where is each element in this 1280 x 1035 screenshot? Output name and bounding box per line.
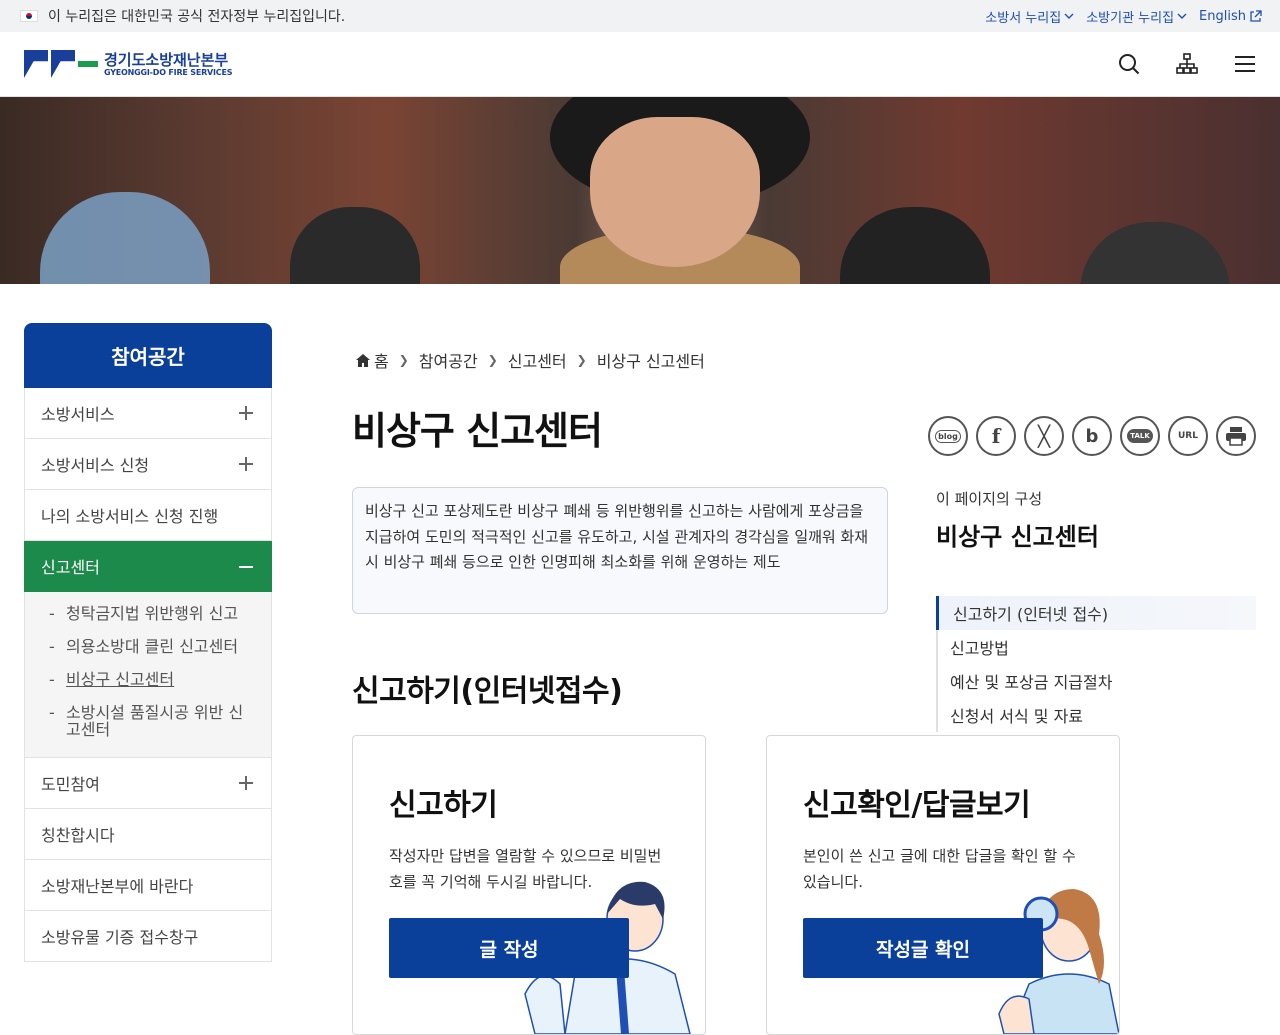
write-post-button[interactable]: 글 작성 bbox=[389, 918, 629, 978]
sidebar-item-fire-service[interactable]: 소방서비스 bbox=[24, 388, 272, 439]
blog-share-icon[interactable]: blog bbox=[928, 416, 968, 456]
chevron-right-icon: ❯ bbox=[398, 353, 409, 367]
chevron-down-icon bbox=[1177, 13, 1187, 19]
logo-mark-icon bbox=[24, 50, 98, 78]
plus-icon bbox=[239, 776, 253, 790]
submenu-item-emergency-exit[interactable]: - 비상구 신고센터 bbox=[25, 664, 271, 697]
minus-icon bbox=[239, 566, 253, 568]
breadcrumb-participation[interactable]: 참여공간 bbox=[419, 348, 478, 372]
sidebar-item-praise[interactable]: 칭찬합시다 bbox=[24, 809, 272, 860]
hero-banner-image bbox=[0, 97, 1280, 284]
page-title: 비상구 신고센터 bbox=[352, 409, 603, 453]
section-title: 신고하기(인터넷접수) bbox=[352, 674, 623, 709]
chevron-down-icon bbox=[1064, 13, 1074, 19]
kakaotalk-share-icon[interactable]: TALK bbox=[1120, 416, 1160, 456]
sidebar-item-suggestions[interactable]: 소방재난본부에 바란다 bbox=[24, 860, 272, 911]
menu-icon[interactable] bbox=[1234, 53, 1256, 75]
english-link[interactable]: English bbox=[1199, 7, 1262, 26]
share-bar: blog f ╳ b TALK URL bbox=[928, 416, 1256, 456]
x-share-icon[interactable]: ╳ bbox=[1024, 416, 1064, 456]
toc-item-internet-report[interactable]: 신고하기 (인터넷 접수) bbox=[936, 596, 1256, 630]
korean-flag-icon bbox=[20, 10, 38, 22]
check-post-button[interactable]: 작성글 확인 bbox=[803, 918, 1043, 978]
sidebar-submenu: - 청탁금지법 위반행위 신고 - 의용소방대 클린 신고센터 - 비상구 신고센터 … bbox=[24, 592, 272, 758]
check-reply-card: 신고확인/답글보기 본인이 쓴 신고 글에 대한 답글을 확인 할 수 있습니다… bbox=[766, 735, 1120, 1035]
submenu-item-volunteer-clean[interactable]: - 의용소방대 클린 신고센터 bbox=[25, 631, 271, 664]
submenu-item-facility-quality[interactable]: - 소방시설 품질시공 위반 신고센터 bbox=[25, 697, 271, 747]
chevron-right-icon: ❯ bbox=[487, 353, 498, 367]
sidebar-nav: 참여공간 소방서비스 소방서비스 신청 나의 소방서비스 신청 진행 신고센터 … bbox=[24, 323, 272, 962]
site-header: 경기도소방재난본부 GYEONGGI-DO FIRE SERVICES bbox=[0, 32, 1280, 97]
sidebar-item-service-request[interactable]: 소방서비스 신청 bbox=[24, 439, 272, 490]
fire-station-sites-link[interactable]: 소방서 누리집 bbox=[985, 7, 1074, 26]
check-card-title: 신고확인/답글보기 bbox=[803, 788, 1031, 823]
toc-item-report-method[interactable]: 신고방법 bbox=[938, 630, 1256, 664]
logo-korean: 경기도소방재난본부 bbox=[104, 50, 229, 69]
site-logo[interactable]: 경기도소방재난본부 GYEONGGI-DO FIRE SERVICES bbox=[24, 50, 233, 78]
toc-title: 비상구 신고센터 bbox=[936, 523, 1099, 551]
chevron-right-icon: ❯ bbox=[576, 353, 587, 367]
submenu-item-anti-graft[interactable]: - 청탁금지법 위반행위 신고 bbox=[25, 598, 271, 631]
page-toc: 이 페이지의 구성 비상구 신고센터 신고하기 (인터넷 접수) 신고방법 예산… bbox=[936, 488, 1256, 732]
report-card-title: 신고하기 bbox=[389, 788, 498, 823]
url-copy-icon[interactable]: URL bbox=[1168, 416, 1208, 456]
band-share-icon[interactable]: b bbox=[1072, 416, 1112, 456]
external-link-icon bbox=[1250, 9, 1262, 22]
gov-banner-text: 이 누리집은 대한민국 공식 전자정부 누리집입니다. bbox=[48, 9, 346, 25]
logo-english: GYEONGGI-DO FIRE SERVICES bbox=[104, 67, 233, 77]
sidebar-item-report-center[interactable]: 신고센터 bbox=[24, 541, 272, 592]
toc-caption: 이 페이지의 구성 bbox=[936, 490, 1043, 508]
sidebar-item-citizen-participation[interactable]: 도민참여 bbox=[24, 758, 272, 809]
toc-item-budget-reward[interactable]: 예산 및 포상금 지급절차 bbox=[938, 664, 1256, 698]
facebook-share-icon[interactable]: f bbox=[976, 416, 1016, 456]
breadcrumb: 홈 ❯ 참여공간 ❯ 신고센터 ❯ 비상구 신고센터 bbox=[356, 348, 705, 372]
breadcrumb-current: 비상구 신고센터 bbox=[596, 352, 705, 371]
info-description-box: 비상구 신고 포상제도란 비상구 폐쇄 등 위반행위를 신고하는 사람에게 포상… bbox=[352, 487, 888, 614]
sidebar-title: 참여공간 bbox=[24, 323, 272, 388]
breadcrumb-report-center[interactable]: 신고센터 bbox=[508, 348, 567, 372]
sidebar-item-my-request-status[interactable]: 나의 소방서비스 신청 진행 bbox=[24, 490, 272, 541]
print-icon[interactable] bbox=[1216, 416, 1256, 456]
gov-banner: 이 누리집은 대한민국 공식 전자정부 누리집입니다. 소방서 누리집 소방기관… bbox=[0, 0, 1280, 32]
check-card-desc: 본인이 쓴 신고 글에 대한 답글을 확인 할 수 있습니다. bbox=[803, 847, 1076, 891]
report-card-desc: 작성자만 답변을 열람할 수 있으므로 비밀번호를 꼭 기억해 두시길 바랍니다… bbox=[389, 847, 662, 891]
home-icon bbox=[356, 353, 370, 367]
fire-agency-sites-link[interactable]: 소방기관 누리집 bbox=[1086, 7, 1187, 26]
toc-item-forms[interactable]: 신청서 서식 및 자료 bbox=[938, 698, 1256, 732]
plus-icon bbox=[239, 457, 253, 471]
search-icon[interactable] bbox=[1118, 53, 1140, 75]
plus-icon bbox=[239, 406, 253, 420]
report-card: 신고하기 작성자만 답변을 열람할 수 있으므로 비밀번호를 꼭 기억해 두시길… bbox=[352, 735, 706, 1035]
sitemap-icon[interactable] bbox=[1176, 53, 1198, 75]
breadcrumb-home[interactable]: 홈 bbox=[356, 348, 389, 372]
sidebar-item-artifact-donation[interactable]: 소방유물 기증 접수창구 bbox=[24, 911, 272, 962]
